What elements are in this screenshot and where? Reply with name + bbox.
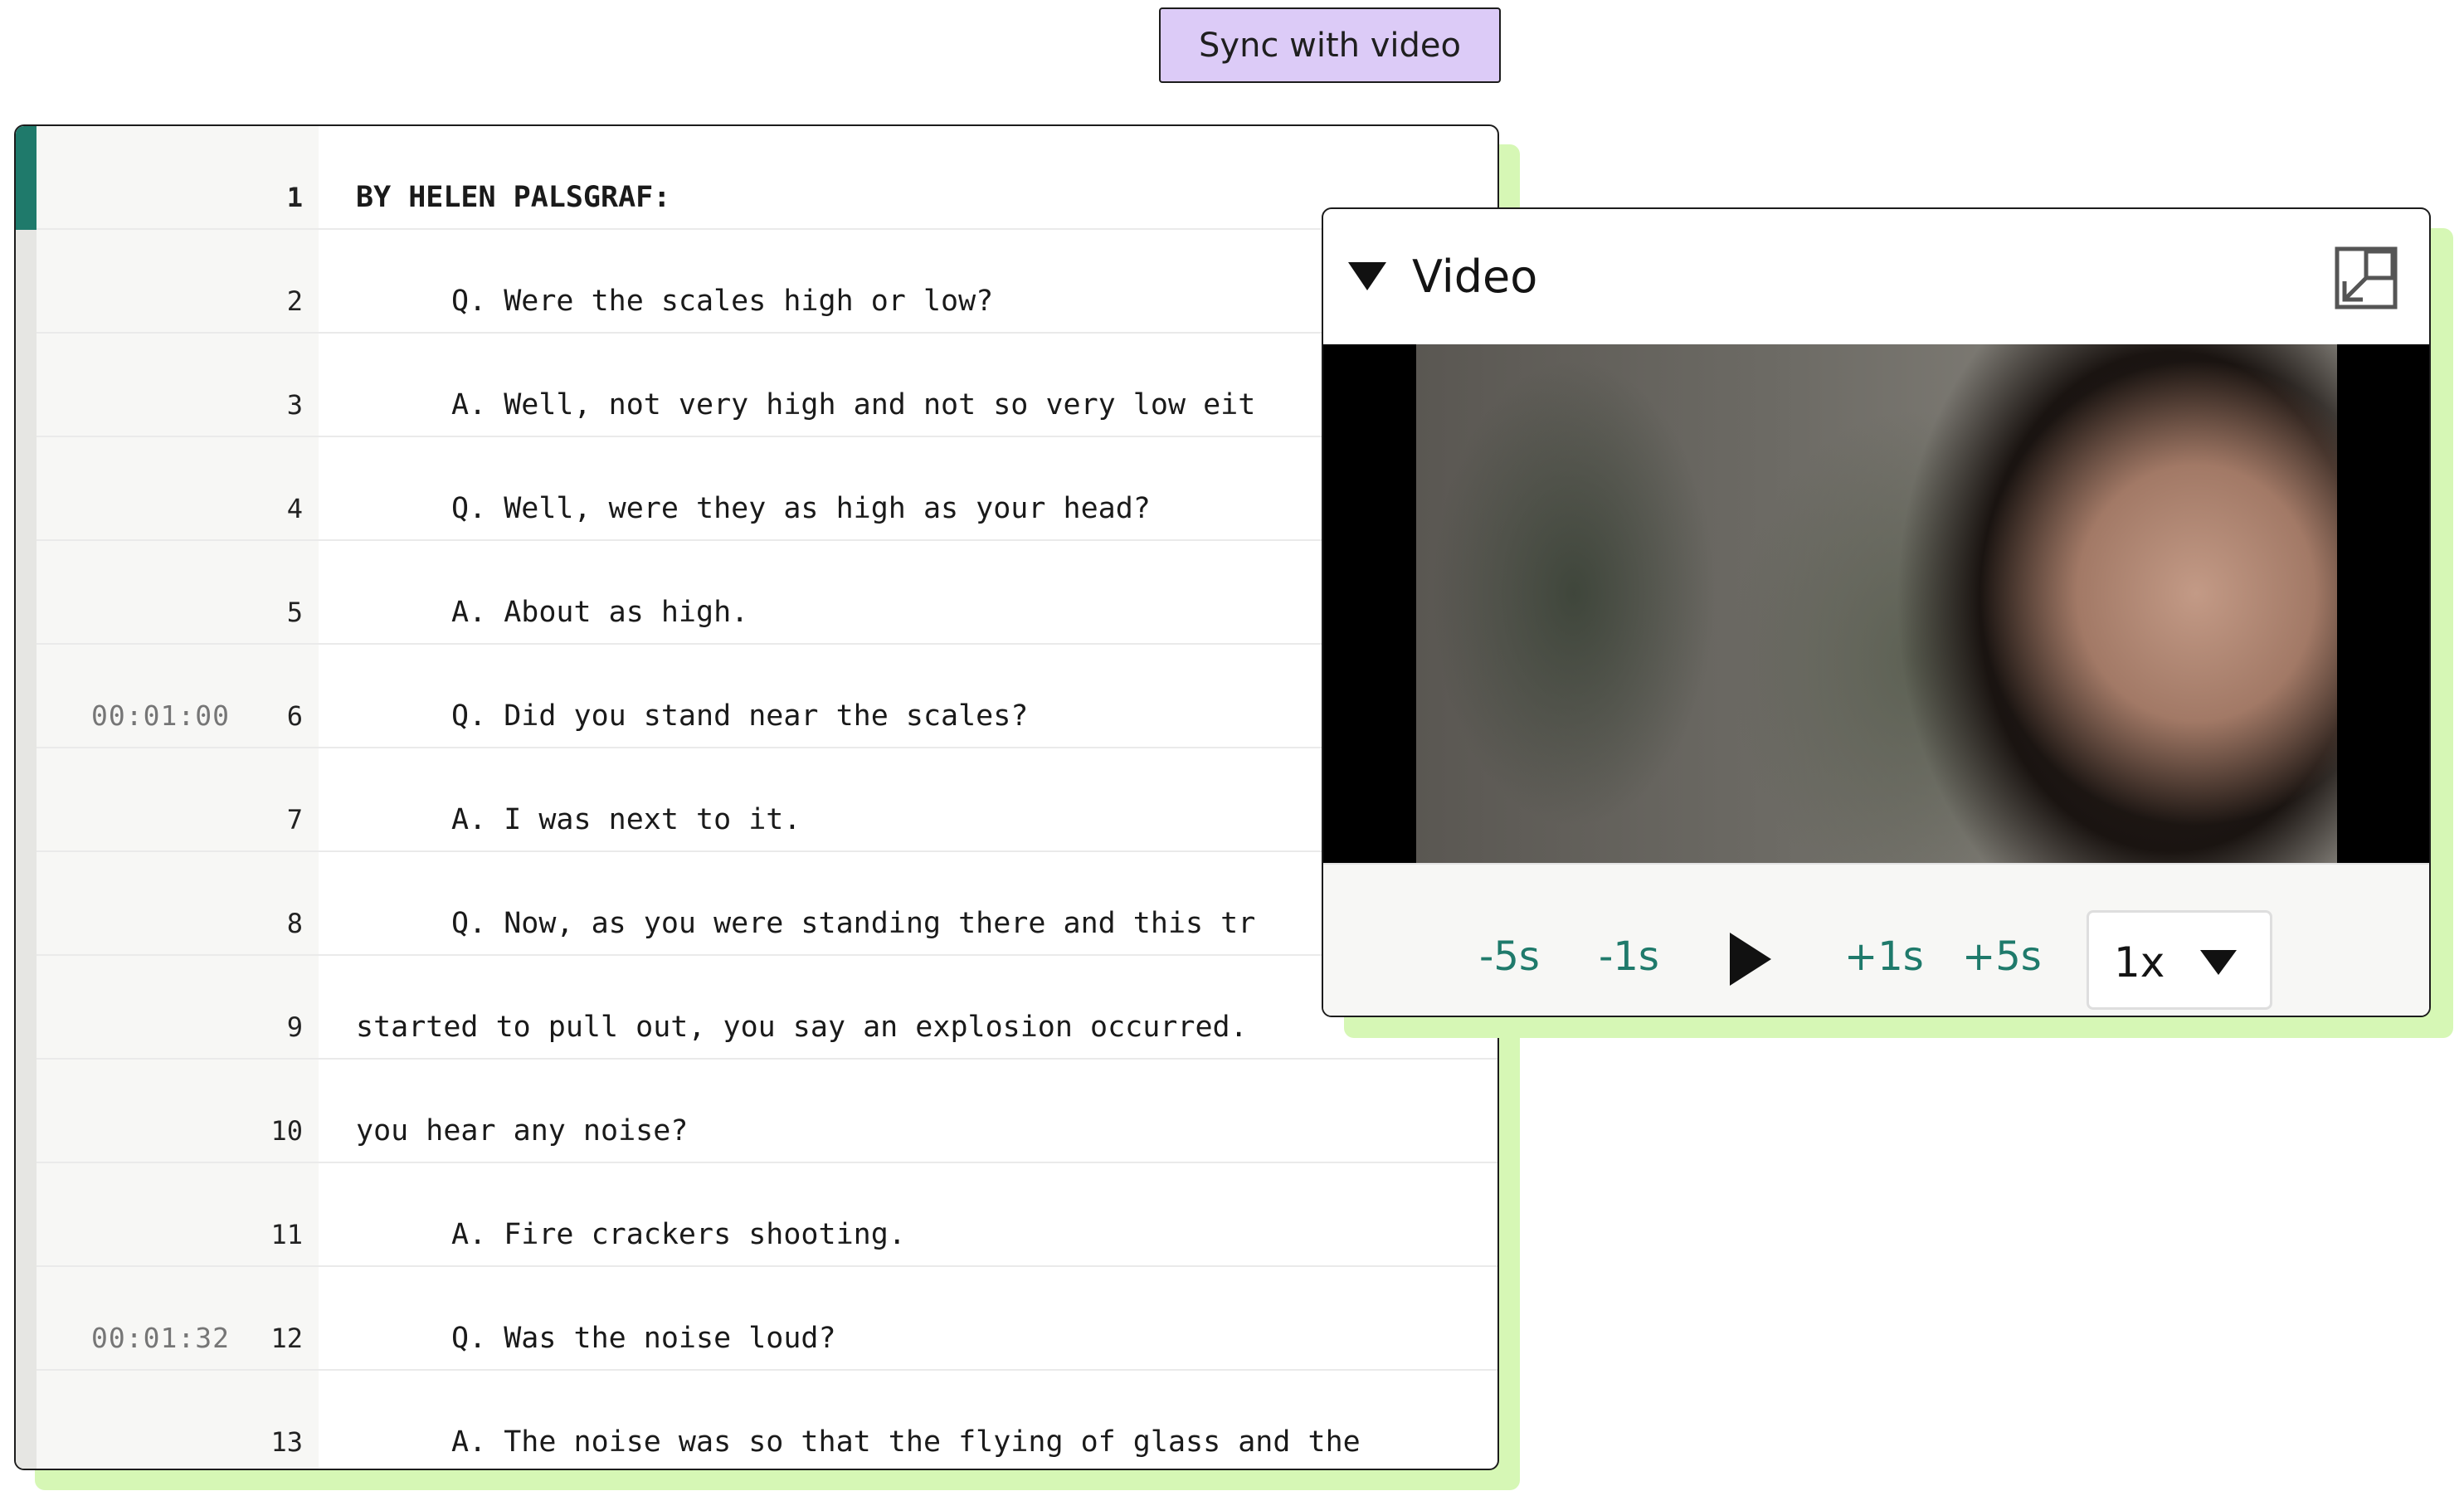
skip-back-5s-button[interactable]: -5s bbox=[1479, 933, 1540, 980]
transcript-line[interactable]: 3 A. Well, not very high and not so very … bbox=[37, 334, 1497, 437]
line-text: A. Well, not very high and not so very l… bbox=[451, 388, 1256, 421]
transcript-line[interactable]: 00:01:32 12 Q. Was the noise loud? bbox=[37, 1267, 1497, 1371]
transcript-panel: 1 BY HELEN PALSGRAF: 2 Q. Were the scales h… bbox=[14, 124, 1499, 1470]
transcript-lines: 1 BY HELEN PALSGRAF: 2 Q. Were the scales h… bbox=[37, 126, 1497, 1469]
line-text: Q. Now, as you were standing there and t… bbox=[451, 907, 1256, 940]
transcript-line[interactable]: 1 BY HELEN PALSGRAF: bbox=[37, 126, 1497, 230]
video-panel-header: Video bbox=[1323, 209, 2429, 344]
playback-speed-value: 1x bbox=[2114, 938, 2165, 987]
sync-with-video-label: Sync with video bbox=[1199, 26, 1461, 65]
transcript-rail bbox=[16, 126, 37, 1469]
line-text: A. I was next to it. bbox=[451, 803, 801, 836]
play-icon[interactable] bbox=[1730, 933, 1771, 986]
transcript-line[interactable]: 5 A. About as high. bbox=[37, 541, 1497, 645]
line-text: Q. Did you stand near the scales? bbox=[451, 699, 1029, 733]
transcript-line[interactable]: 10 you hear any noise? bbox=[37, 1060, 1497, 1163]
line-number: 10 bbox=[270, 1115, 303, 1147]
line-number: 5 bbox=[286, 597, 303, 628]
line-number: 8 bbox=[286, 908, 303, 939]
video-panel: Video -5s -1s +1s +5s 1x bbox=[1322, 207, 2431, 1017]
transcript-line[interactable]: 8 Q. Now, as you were standing there and … bbox=[37, 852, 1497, 956]
line-text: Q. Well, were they as high as your head? bbox=[451, 492, 1151, 525]
line-text: started to pull out, you say an explosio… bbox=[356, 1011, 1248, 1044]
transcript-line[interactable]: 00:01:00 6 Q. Did you stand near the scale… bbox=[37, 645, 1497, 748]
line-number: 1 bbox=[286, 182, 303, 213]
line-number: 12 bbox=[270, 1323, 303, 1354]
pop-in-icon[interactable] bbox=[2335, 246, 2398, 309]
line-number: 6 bbox=[286, 700, 303, 732]
video-controls: -5s -1s +1s +5s 1x bbox=[1323, 863, 2429, 1016]
line-text: A. Fire crackers shooting. bbox=[451, 1218, 906, 1251]
skip-back-1s-button[interactable]: -1s bbox=[1599, 933, 1659, 980]
line-timestamp: 00:01:00 bbox=[91, 699, 230, 732]
video-frame bbox=[1416, 344, 2337, 863]
sync-with-video-button[interactable]: Sync with video bbox=[1159, 7, 1501, 83]
active-line-marker bbox=[16, 126, 37, 230]
line-text: A. The noise was so that the flying of g… bbox=[451, 1425, 1361, 1459]
skip-forward-1s-button[interactable]: +1s bbox=[1844, 933, 1924, 980]
line-number: 9 bbox=[286, 1011, 303, 1043]
triangle-down-icon[interactable] bbox=[1348, 262, 1386, 290]
line-text: Q. Was the noise loud? bbox=[451, 1322, 836, 1355]
transcript-line[interactable]: 4 Q. Well, were they as high as your head… bbox=[37, 437, 1497, 541]
video-player[interactable] bbox=[1323, 344, 2429, 863]
line-timestamp: 00:01:32 bbox=[91, 1322, 230, 1354]
chevron-down-icon bbox=[2200, 950, 2237, 975]
line-text: BY HELEN PALSGRAF: bbox=[356, 181, 671, 214]
transcript-line[interactable]: 7 A. I was next to it. bbox=[37, 748, 1497, 852]
line-number: 3 bbox=[286, 389, 303, 421]
line-text: you hear any noise? bbox=[356, 1114, 689, 1147]
skip-forward-5s-button[interactable]: +5s bbox=[1962, 933, 2042, 980]
transcript-line[interactable]: 9 started to pull out, you say an explosi… bbox=[37, 956, 1497, 1060]
playback-speed-select[interactable]: 1x bbox=[2087, 910, 2272, 1010]
line-text: Q. Were the scales high or low? bbox=[451, 285, 994, 318]
transcript-line[interactable]: 11 A. Fire crackers shooting. bbox=[37, 1163, 1497, 1267]
line-number: 2 bbox=[286, 285, 303, 317]
video-panel-title: Video bbox=[1412, 251, 1538, 303]
line-number: 13 bbox=[270, 1426, 303, 1458]
transcript-line[interactable]: 13 A. The noise was so that the flying of… bbox=[37, 1371, 1497, 1469]
line-number: 7 bbox=[286, 804, 303, 836]
transcript-line[interactable]: 2 Q. Were the scales high or low? bbox=[37, 230, 1497, 334]
line-number: 11 bbox=[270, 1219, 303, 1250]
line-text: A. About as high. bbox=[451, 596, 749, 629]
line-number: 4 bbox=[286, 493, 303, 524]
